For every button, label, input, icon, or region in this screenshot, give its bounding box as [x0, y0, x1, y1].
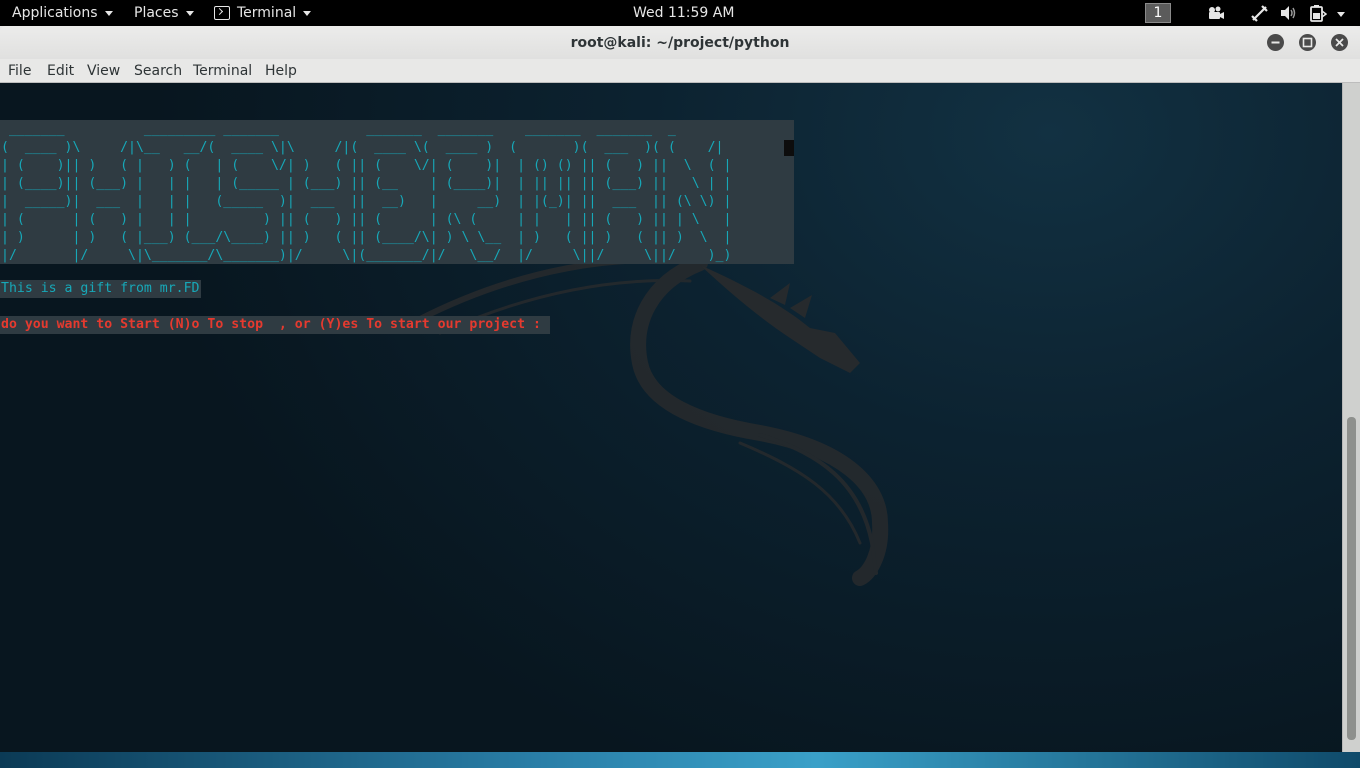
terminal-scrollbar[interactable] [1342, 83, 1360, 752]
ascii-banner: _______ _________ _______ _______ ______… [1, 122, 732, 263]
close-icon [1335, 38, 1344, 47]
maximize-icon [1302, 37, 1313, 48]
start-prompt: do you want to Start (N)o To stop , or (… [0, 316, 550, 334]
minimize-icon [1271, 41, 1280, 44]
menu-help[interactable]: Help [265, 59, 297, 83]
menu-bar: File Edit View Search Terminal Help [0, 59, 1360, 83]
window-titlebar[interactable]: root@kali: ~/project/python [0, 26, 1360, 59]
workspace-indicator[interactable]: 1 [1145, 3, 1171, 23]
chevron-down-icon [303, 11, 312, 16]
battery-icon[interactable] [1307, 3, 1327, 23]
applications-label: Applications [12, 5, 98, 21]
maximize-button[interactable] [1299, 34, 1316, 51]
close-button[interactable] [1331, 34, 1348, 51]
terminal-app-menu[interactable]: Terminal [214, 0, 312, 26]
terminal-window: root@kali: ~/project/python File Edit Vi… [0, 26, 1360, 752]
gift-line: This is a gift from mr.FD [0, 280, 201, 298]
chevron-down-icon [104, 11, 113, 16]
minimize-button[interactable] [1267, 34, 1284, 51]
applications-menu[interactable]: Applications [12, 0, 113, 26]
places-label: Places [134, 5, 179, 21]
chevron-down-icon [185, 11, 194, 16]
top-bar: Applications Places Terminal Wed 11:59 A… [0, 0, 1360, 26]
clock-label: Wed 11:59 AM [633, 5, 735, 21]
places-menu[interactable]: Places [134, 0, 194, 26]
power-menu-icon[interactable] [1337, 12, 1345, 17]
scrollbar-thumb[interactable] [1347, 417, 1356, 740]
window-title: root@kali: ~/project/python [570, 34, 790, 51]
terminal-output[interactable]: _______ _________ _______ _______ ______… [0, 83, 1342, 752]
menu-search[interactable]: Search [134, 59, 182, 83]
menu-view[interactable]: View [87, 59, 120, 83]
menu-file[interactable]: File [8, 59, 31, 83]
terminal-app-label: Terminal [237, 5, 297, 21]
menu-terminal[interactable]: Terminal [193, 59, 252, 83]
terminal-icon [214, 6, 230, 20]
video-camera-icon[interactable] [1206, 3, 1226, 23]
network-icon[interactable] [1250, 3, 1270, 23]
workspace-number: 1 [1153, 5, 1163, 21]
volume-icon[interactable] [1279, 3, 1299, 23]
menu-edit[interactable]: Edit [47, 59, 74, 83]
desktop-background [0, 752, 1360, 768]
clock[interactable]: Wed 11:59 AM [633, 0, 734, 26]
